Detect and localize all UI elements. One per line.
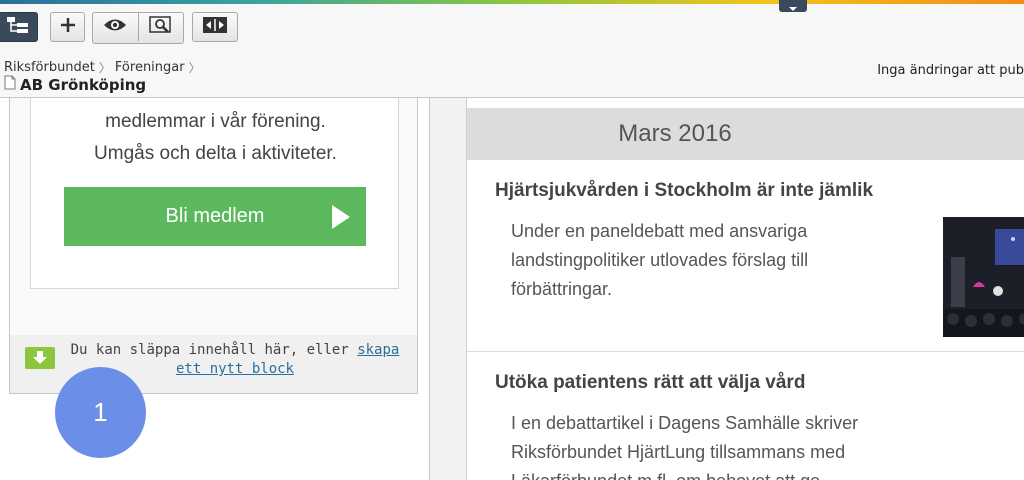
toolbar-dropdown-toggle[interactable] — [779, 0, 807, 12]
play-arrow-icon — [332, 205, 350, 229]
step-badge[interactable]: 1 — [55, 367, 146, 458]
join-button-label: Bli medlem — [165, 205, 265, 227]
membership-text: Alla är välkomna som medlemmar i vår för… — [31, 98, 400, 170]
news-item-title[interactable]: Hjärtsjukvården i Stockholm är inte jäml… — [495, 180, 873, 202]
chevron-right-icon: 〉 — [98, 61, 111, 75]
compare-button[interactable] — [192, 12, 238, 42]
eye-icon — [103, 17, 127, 37]
page-title: AB Grönköping — [20, 75, 147, 94]
compare-arrows-icon — [202, 16, 228, 38]
pane-gutter — [430, 98, 466, 480]
month-header: Mars 2016 — [467, 108, 1024, 160]
editor-toolbar: Riksförbundet 〉 Föreningar 〉 AB Grönköpi… — [0, 4, 1024, 98]
page-tree-button[interactable] — [0, 12, 38, 42]
news-item-body: Under en paneldebatt med ansvariga lands… — [511, 221, 809, 299]
view-mode-group — [92, 12, 184, 44]
plus-icon — [59, 16, 77, 38]
preview-button[interactable] — [93, 13, 138, 41]
view-button[interactable] — [137, 13, 184, 41]
content-area: Alla är välkomna som medlemmar i vår för… — [9, 98, 418, 394]
add-button[interactable] — [50, 12, 85, 42]
page-icon — [4, 75, 16, 94]
chevron-right-icon: 〉 — [188, 61, 201, 75]
magnifier-icon — [149, 15, 173, 39]
membership-line: Alla är välkomna som — [31, 98, 400, 106]
publish-status: Inga ändringar att pub — [877, 63, 1024, 78]
breadcrumb: Riksförbundet 〉 Föreningar 〉 — [4, 59, 205, 76]
breadcrumb-item-foreningar[interactable]: Föreningar — [115, 60, 185, 75]
membership-line: medlemmar i vår förening. — [105, 111, 326, 132]
news-item-image — [943, 217, 1024, 337]
news-item-divider — [467, 351, 1024, 352]
join-button[interactable]: Bli medlem — [64, 187, 366, 246]
membership-line: Umgås och delta i aktiviteter. — [94, 143, 337, 164]
page-title-row: AB Grönköping — [4, 75, 146, 94]
site-tree-icon — [6, 15, 30, 39]
news-item-title[interactable]: Utöka patientens rätt att välja vård — [495, 372, 805, 394]
breadcrumb-item-riksforbundet[interactable]: Riksförbundet — [4, 60, 95, 75]
drop-zone-hint: Du kan släppa innehåll här, eller — [70, 342, 358, 358]
news-item-body: I en debattartikel i Dagens Samhälle skr… — [511, 413, 859, 480]
download-arrow-icon — [25, 347, 55, 369]
news-list-pane: Mars 2016 Hjärtsjukvården i Stockholm är… — [466, 98, 1024, 480]
chevron-down-icon — [788, 0, 798, 16]
membership-block[interactable]: Alla är välkomna som medlemmar i vår för… — [30, 98, 399, 289]
